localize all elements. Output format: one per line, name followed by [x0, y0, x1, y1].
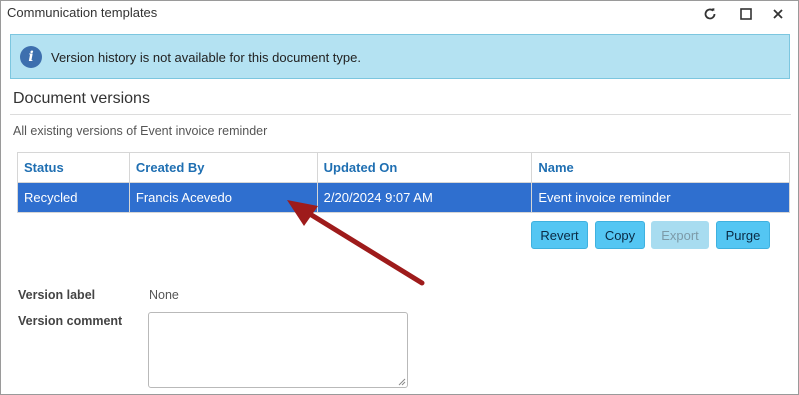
- column-header-name[interactable]: Name: [531, 152, 790, 183]
- section-subtitle: All existing versions of Event invoice r…: [13, 124, 268, 138]
- table-header-row: Status Created By Updated On Name: [17, 152, 790, 183]
- cell-created-by[interactable]: Francis Acevedo: [128, 182, 318, 213]
- column-header-created-by[interactable]: Created By: [128, 152, 318, 183]
- section-title: Document versions: [13, 90, 150, 107]
- info-message: Version history is not available for thi…: [51, 50, 361, 65]
- cell-name[interactable]: Event invoice reminder: [531, 182, 790, 213]
- cell-updated-on[interactable]: 2/20/2024 9:07 AM: [316, 182, 533, 213]
- version-comment-field[interactable]: [148, 312, 408, 388]
- section-divider: [10, 114, 791, 115]
- refresh-icon[interactable]: [700, 4, 720, 24]
- info-icon: i: [20, 46, 42, 68]
- resize-grip-icon[interactable]: [398, 378, 406, 386]
- table-row[interactable]: Recycled Francis Acevedo 2/20/2024 9:07 …: [17, 182, 790, 213]
- column-header-updated-on[interactable]: Updated On: [316, 152, 533, 183]
- revert-button[interactable]: Revert: [531, 221, 588, 249]
- dialog-window: Communication templates i Version histor…: [0, 0, 799, 395]
- version-label-value: None: [149, 288, 179, 302]
- version-comment-label: Version comment: [18, 314, 123, 328]
- version-label-label: Version label: [18, 288, 96, 302]
- maximize-icon[interactable]: [736, 4, 756, 24]
- title-bar: Communication templates: [1, 1, 798, 27]
- versions-table: Status Created By Updated On Name Recycl…: [17, 152, 790, 213]
- copy-button[interactable]: Copy: [595, 221, 645, 249]
- info-banner: i Version history is not available for t…: [10, 34, 790, 79]
- window-title: Communication templates: [7, 5, 158, 20]
- export-button[interactable]: Export: [651, 221, 709, 249]
- cell-status[interactable]: Recycled: [17, 182, 130, 213]
- close-icon[interactable]: [768, 4, 788, 24]
- purge-button[interactable]: Purge: [716, 221, 770, 249]
- column-header-status[interactable]: Status: [17, 152, 130, 183]
